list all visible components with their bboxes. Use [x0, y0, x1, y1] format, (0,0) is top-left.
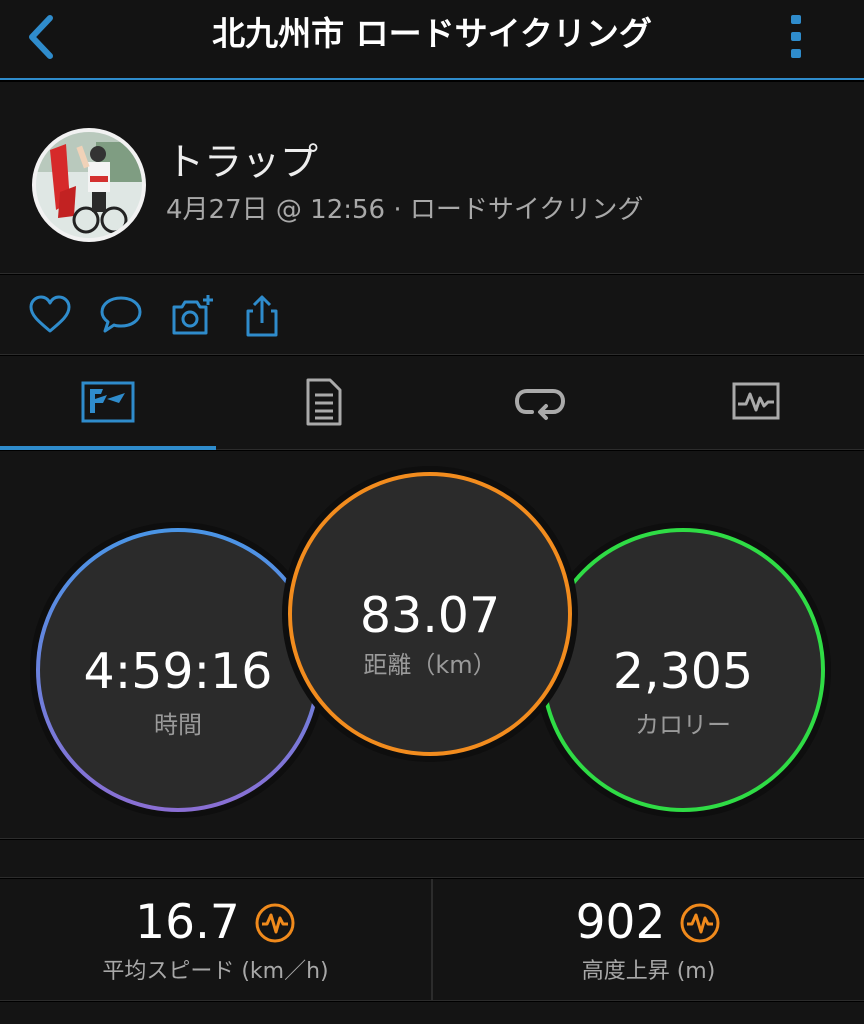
app-header: 北九州市 ロードサイクリング	[0, 0, 864, 80]
laps-icon	[514, 389, 566, 420]
tab-charts[interactable]	[648, 356, 864, 448]
comment-button[interactable]	[99, 293, 143, 337]
more-options-button[interactable]	[784, 12, 808, 62]
avatar[interactable]	[32, 128, 146, 242]
page-title: 北九州市 ロードサイクリング	[212, 14, 652, 53]
back-button[interactable]	[22, 12, 62, 62]
calories-label: カロリー	[635, 711, 731, 739]
elevation-gain-label: 高度上昇 (m)	[581, 959, 716, 984]
time-stat: 4:59:16 時間	[38, 643, 318, 741]
time-value: 4:59:16	[83, 643, 273, 700]
section-spacer	[0, 840, 864, 878]
distance-label: 距離（km）	[363, 651, 497, 679]
activity-profile: トラップ 4月27日 @ 12:56 · ロードサイクリング	[0, 82, 864, 274]
like-button[interactable]	[28, 293, 72, 337]
activity-date-type: 4月27日 @ 12:56 · ロードサイクリング	[166, 195, 644, 225]
tab-laps[interactable]	[432, 356, 648, 448]
summary-stats: 4:59:16 時間 83.07 距離（km） 2,305 カロリー	[0, 451, 864, 839]
distance-value: 83.07	[359, 587, 501, 644]
more-vertical-icon	[791, 15, 801, 58]
tab-details[interactable]	[216, 356, 432, 448]
avg-speed-metric[interactable]: 16.7 平均スピード (km／h)	[0, 879, 431, 1001]
tab-stats[interactable]	[0, 356, 216, 448]
user-name[interactable]: トラップ	[166, 138, 318, 186]
chevron-left-icon	[29, 15, 53, 59]
calories-value: 2,305	[612, 643, 754, 700]
avatar-photo	[36, 132, 142, 238]
stats-icon	[81, 381, 135, 423]
comment-icon	[100, 296, 142, 333]
active-tab-indicator	[0, 446, 216, 450]
add-photo-button[interactable]	[170, 293, 214, 337]
avg-speed-label: 平均スピード (km／h)	[102, 959, 329, 984]
details-icon	[306, 378, 342, 426]
activity-tabs	[0, 356, 864, 450]
footer-spacer	[0, 1002, 864, 1024]
performance-badge-icon	[255, 903, 295, 943]
metrics-row: 16.7 平均スピード (km／h) 902 高度上昇 (m)	[0, 879, 864, 1001]
elevation-gain-metric[interactable]: 902 高度上昇 (m)	[433, 879, 864, 1001]
avg-speed-value: 16.7	[135, 895, 240, 950]
heart-icon	[29, 295, 71, 333]
time-label: 時間	[154, 711, 202, 739]
calories-stat: 2,305 カロリー	[543, 643, 823, 741]
elevation-gain-value: 902	[575, 895, 666, 950]
chart-icon	[732, 382, 780, 420]
share-button[interactable]	[240, 293, 284, 337]
distance-stat: 83.07 距離（km）	[290, 587, 570, 681]
action-bar	[0, 275, 864, 355]
add-photo-icon	[172, 295, 213, 335]
performance-badge-icon	[680, 903, 720, 943]
share-icon	[246, 295, 278, 337]
